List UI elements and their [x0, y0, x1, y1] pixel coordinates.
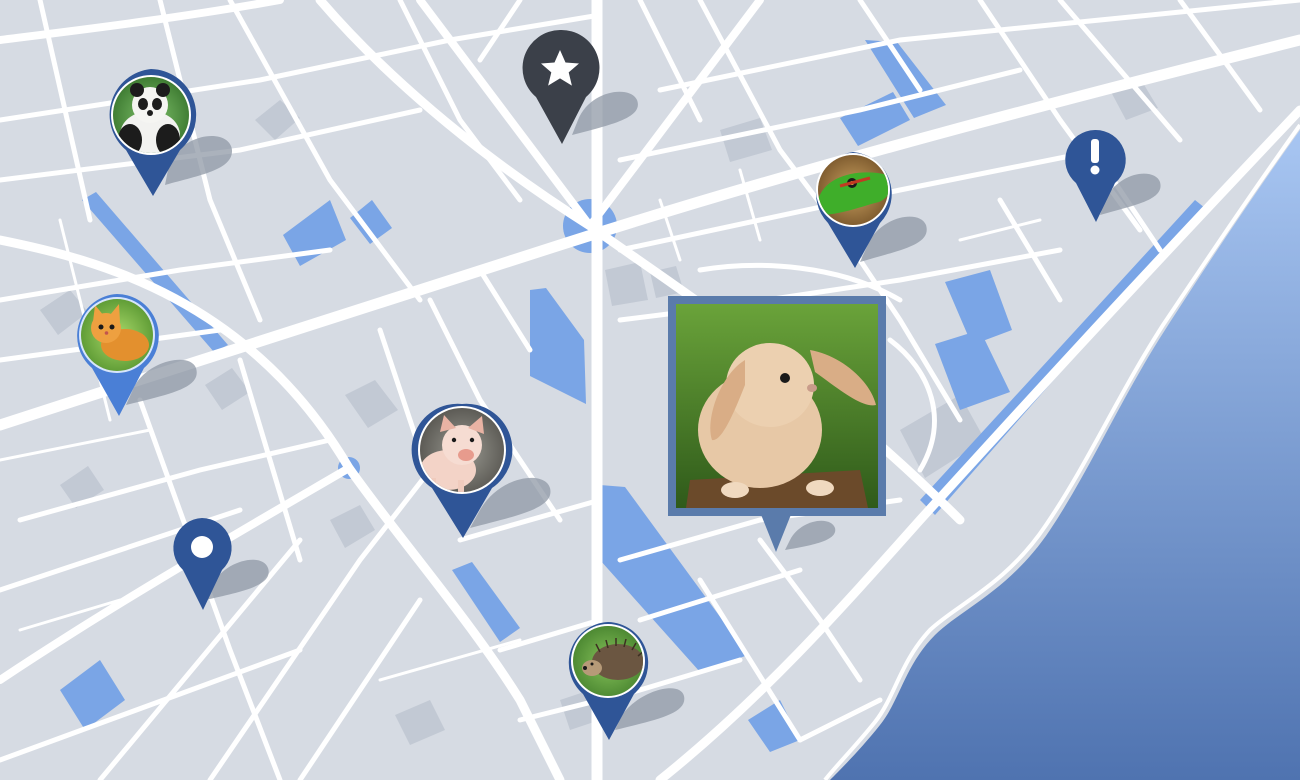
rabbit-marker-selected[interactable] — [668, 296, 886, 552]
rabbit-photo-icon — [676, 304, 878, 508]
city-map[interactable] — [0, 0, 1300, 780]
circle-dot-icon — [191, 536, 213, 558]
exclamation-icon — [1090, 139, 1100, 175]
